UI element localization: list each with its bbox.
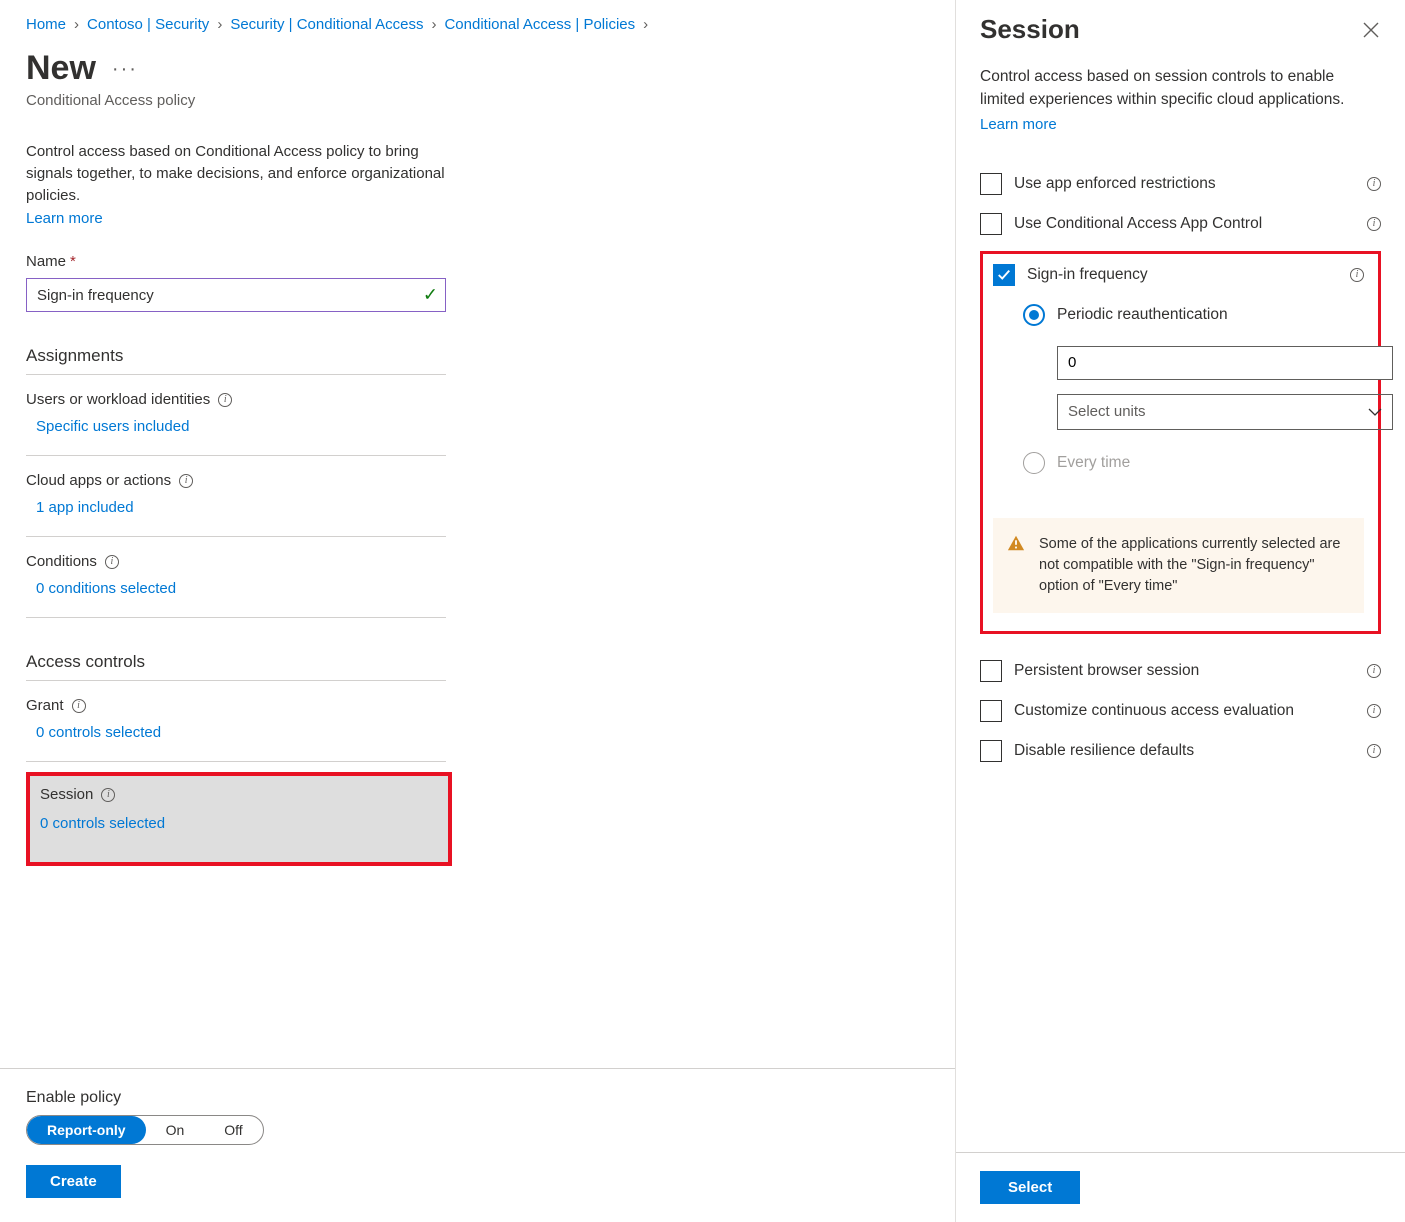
warning-box: Some of the applications currently selec…	[993, 518, 1364, 613]
chevron-right-icon: ›	[431, 16, 436, 33]
info-icon[interactable]: i	[1367, 704, 1381, 718]
checkbox-ca-app-control[interactable]	[980, 213, 1002, 235]
name-input[interactable]	[26, 278, 446, 312]
session-item[interactable]: Session i 0 controls selected	[30, 776, 448, 862]
checkbox-persistent-browser[interactable]	[980, 660, 1002, 682]
main-content: Home › Contoso | Security › Security | C…	[0, 0, 955, 1222]
signin-frequency-highlight: Sign-in frequency i Periodic reauthentic…	[980, 251, 1381, 634]
conditions-value[interactable]: 0 conditions selected	[26, 580, 446, 597]
units-select[interactable]: Select units	[1057, 394, 1393, 430]
toggle-off[interactable]: Off	[204, 1116, 262, 1144]
session-block-highlight: Session i 0 controls selected	[26, 772, 452, 866]
breadcrumb-policies[interactable]: Conditional Access | Policies	[444, 16, 635, 33]
warning-icon	[1007, 534, 1025, 597]
label-cae: Customize continuous access evaluation	[1014, 702, 1355, 720]
warning-text: Some of the applications currently selec…	[1039, 534, 1348, 597]
enable-policy-toggle[interactable]: Report-only On Off	[26, 1115, 264, 1145]
info-icon[interactable]: i	[179, 474, 193, 488]
label-signin-frequency: Sign-in frequency	[1027, 266, 1338, 284]
info-icon[interactable]: i	[1367, 217, 1381, 231]
info-icon[interactable]: i	[1367, 664, 1381, 678]
breadcrumb-home[interactable]: Home	[26, 16, 66, 33]
checkbox-app-enforced[interactable]	[980, 173, 1002, 195]
access-controls-header: Access controls	[26, 652, 446, 681]
breadcrumb: Home › Contoso | Security › Security | C…	[26, 16, 929, 33]
bottom-bar: Enable policy Report-only On Off Create	[0, 1068, 955, 1198]
page-intro: Control access based on Conditional Acce…	[26, 141, 446, 206]
conditions-label: Conditions	[26, 553, 97, 570]
grant-value[interactable]: 0 controls selected	[26, 724, 446, 741]
more-icon[interactable]: ···	[112, 59, 138, 79]
label-every-time: Every time	[1057, 454, 1130, 472]
page-subtitle: Conditional Access policy	[26, 92, 929, 109]
breadcrumb-security[interactable]: Contoso | Security	[87, 16, 209, 33]
select-button[interactable]: Select	[980, 1171, 1080, 1204]
panel-learn-more-link[interactable]: Learn more	[980, 116, 1381, 133]
cloud-apps-value[interactable]: 1 app included	[26, 499, 446, 516]
chevron-right-icon: ›	[74, 16, 79, 33]
session-panel: Session Control access based on session …	[955, 0, 1405, 1222]
chevron-right-icon: ›	[643, 16, 648, 33]
info-icon[interactable]: i	[1350, 268, 1364, 282]
label-app-enforced: Use app enforced restrictions	[1014, 175, 1355, 193]
session-value[interactable]: 0 controls selected	[40, 815, 438, 832]
learn-more-link[interactable]: Learn more	[26, 210, 929, 227]
label-persistent-browser: Persistent browser session	[1014, 662, 1355, 680]
assignments-header: Assignments	[26, 346, 446, 375]
chevron-down-icon	[1368, 404, 1382, 420]
info-icon[interactable]: i	[1367, 177, 1381, 191]
users-label: Users or workload identities	[26, 391, 210, 408]
frequency-value-input[interactable]	[1057, 346, 1393, 380]
label-resilience: Disable resilience defaults	[1014, 742, 1355, 760]
chevron-right-icon: ›	[217, 16, 222, 33]
checkbox-resilience[interactable]	[980, 740, 1002, 762]
info-icon[interactable]: i	[105, 555, 119, 569]
checkmark-icon: ✓	[423, 285, 438, 306]
info-icon[interactable]: i	[72, 699, 86, 713]
grant-label: Grant	[26, 697, 64, 714]
cloud-apps-label: Cloud apps or actions	[26, 472, 171, 489]
panel-title: Session	[980, 14, 1080, 45]
units-placeholder: Select units	[1068, 403, 1146, 420]
radio-periodic[interactable]	[1023, 304, 1045, 326]
panel-intro: Control access based on session controls…	[980, 65, 1381, 112]
label-ca-app-control: Use Conditional Access App Control	[1014, 215, 1355, 233]
users-value[interactable]: Specific users included	[26, 418, 446, 435]
breadcrumb-conditional-access[interactable]: Security | Conditional Access	[230, 16, 423, 33]
radio-every-time[interactable]	[1023, 452, 1045, 474]
page-title: New	[26, 49, 96, 88]
create-button[interactable]: Create	[26, 1165, 121, 1198]
info-icon[interactable]: i	[101, 788, 115, 802]
checkbox-cae[interactable]	[980, 700, 1002, 722]
enable-policy-label: Enable policy	[26, 1089, 929, 1107]
info-icon[interactable]: i	[218, 393, 232, 407]
session-label: Session	[40, 786, 93, 803]
info-icon[interactable]: i	[1367, 744, 1381, 758]
close-icon[interactable]	[1357, 16, 1385, 44]
label-periodic: Periodic reauthentication	[1057, 306, 1228, 324]
checkbox-signin-frequency[interactable]	[993, 264, 1015, 286]
name-label: Name*	[26, 253, 929, 270]
panel-footer: Select	[956, 1152, 1405, 1222]
toggle-on[interactable]: On	[146, 1116, 205, 1144]
toggle-report-only[interactable]: Report-only	[27, 1116, 146, 1144]
